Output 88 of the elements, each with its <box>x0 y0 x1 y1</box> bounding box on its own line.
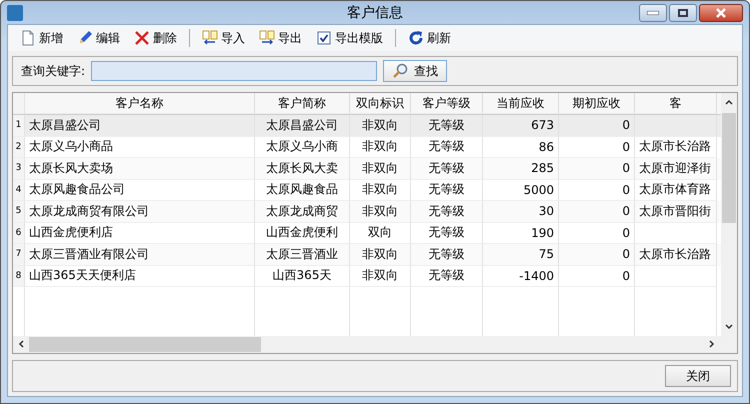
table-row[interactable]: 5 太原龙成商贸有限公司 太原龙成商贸 非双向 无等级 30 0 太原市晋阳街 <box>13 201 721 222</box>
table-cell: 太原市晋阳街 <box>635 201 717 222</box>
table-cell: 非双向 <box>350 158 411 180</box>
column-header[interactable]: 客 <box>635 93 717 114</box>
table-cell: 75 <box>483 244 559 266</box>
table-row[interactable]: 1 太原昌盛公司 太原昌盛公司 非双向 无等级 673 0 <box>13 115 721 136</box>
row-number: 6 <box>13 222 25 244</box>
search-icon <box>392 63 408 79</box>
export-icon <box>259 30 275 46</box>
table-cell: 0 <box>559 115 635 136</box>
table-row[interactable]: 7 太原三晋酒业有限公司 太原三晋酒业 非双向 无等级 75 0 太原市长治路 <box>13 244 721 266</box>
table-cell: 太原长风大卖场 <box>25 158 255 180</box>
row-number: 3 <box>13 158 25 180</box>
table-cell: 0 <box>559 201 635 222</box>
table-cell: 太原三晋酒业 <box>255 244 350 266</box>
table-cell: 太原龙成商贸 <box>255 201 350 222</box>
table-cell: 673 <box>483 115 559 136</box>
column-header[interactable]: 当前应收 <box>483 93 559 114</box>
table-cell: 无等级 <box>411 244 483 266</box>
table-cell: 太原长风大卖 <box>255 158 350 180</box>
table-cell: 285 <box>483 158 559 180</box>
row-number: 5 <box>13 201 25 222</box>
pencil-icon <box>77 30 93 46</box>
table-cell: 太原三晋酒业有限公司 <box>25 244 255 266</box>
toolbar-button[interactable]: 刷新 <box>402 28 457 48</box>
app-icon <box>7 4 23 20</box>
checkbox-icon <box>316 30 332 46</box>
table-cell: 非双向 <box>350 201 411 222</box>
search-label: 查询关键字: <box>21 62 86 80</box>
table-cell: -1400 <box>483 266 559 287</box>
scroll-up-icon[interactable] <box>724 97 734 107</box>
table-cell: 无等级 <box>411 266 483 287</box>
table-cell: 非双向 <box>350 115 411 136</box>
column-header[interactable]: 客户等级 <box>411 93 483 114</box>
column-header[interactable]: 客户名称 <box>25 93 255 114</box>
column-header[interactable]: 双向标识 <box>350 93 411 114</box>
table-cell: 太原市迎泽街 <box>635 158 717 180</box>
table-cell: 30 <box>483 201 559 222</box>
toolbar-button[interactable]: 导出 <box>253 28 308 48</box>
table-cell: 山西365天 <box>255 266 350 287</box>
table-cell: 无等级 <box>411 201 483 222</box>
scrollbar-thumb[interactable] <box>29 337 261 352</box>
table-cell: 太原昌盛公司 <box>25 115 255 136</box>
table-cell: 山西365天天便利店 <box>25 266 255 287</box>
table-cell: 无等级 <box>411 115 483 136</box>
table-cell: 0 <box>559 244 635 266</box>
row-number: 8 <box>13 266 25 287</box>
toolbar-button[interactable]: 导出模版 <box>310 28 389 48</box>
table-cell: 无等级 <box>411 158 483 180</box>
horizontal-scrollbar[interactable] <box>13 336 737 353</box>
scroll-right-icon[interactable] <box>707 339 717 349</box>
scroll-left-icon[interactable] <box>16 339 26 349</box>
row-number: 4 <box>13 180 25 201</box>
toolbar-button[interactable]: 编辑 <box>71 28 126 48</box>
toolbar-button[interactable]: 删除 <box>128 28 183 48</box>
table-cell: 太原市长治路 <box>635 244 717 266</box>
search-button[interactable]: 查找 <box>383 60 448 82</box>
table-cell: 太原昌盛公司 <box>255 115 350 136</box>
table-cell: 非双向 <box>350 266 411 287</box>
table-row[interactable]: 8 山西365天天便利店 山西365天 非双向 无等级 -1400 0 <box>13 266 721 287</box>
table-cell: 太原龙成商贸有限公司 <box>25 201 255 222</box>
import-icon <box>202 30 218 46</box>
close-icon <box>715 8 727 18</box>
close-button[interactable] <box>699 4 743 22</box>
close-dialog-button[interactable]: 关闭 <box>665 365 731 387</box>
scroll-down-icon[interactable] <box>724 322 734 332</box>
row-number: 7 <box>13 244 25 266</box>
document-icon <box>20 30 36 46</box>
row-number: 1 <box>13 115 25 136</box>
row-number: 2 <box>13 136 25 158</box>
toolbar-button[interactable]: 新增 <box>14 28 69 48</box>
window-title: 客户信息 <box>347 4 403 20</box>
toolbar-button[interactable]: 导入 <box>196 28 251 48</box>
column-header[interactable]: 期初应收 <box>559 93 635 114</box>
refresh-icon <box>408 30 424 46</box>
scrollbar-thumb[interactable] <box>722 113 736 223</box>
minimize-icon <box>647 10 659 14</box>
table-cell: 0 <box>559 158 635 180</box>
maximize-icon <box>678 8 688 16</box>
vertical-scrollbar[interactable] <box>721 93 737 336</box>
table-cell: 0 <box>559 266 635 287</box>
table-cell: 非双向 <box>350 244 411 266</box>
column-header[interactable]: 客户简称 <box>255 93 350 114</box>
table-row[interactable]: 3 太原长风大卖场 太原长风大卖 非双向 无等级 285 0 太原市迎泽街 <box>13 158 721 180</box>
minimize-button[interactable] <box>639 4 667 22</box>
maximize-button[interactable] <box>669 4 697 22</box>
delete-icon <box>134 30 150 46</box>
search-field[interactable] <box>91 61 378 81</box>
